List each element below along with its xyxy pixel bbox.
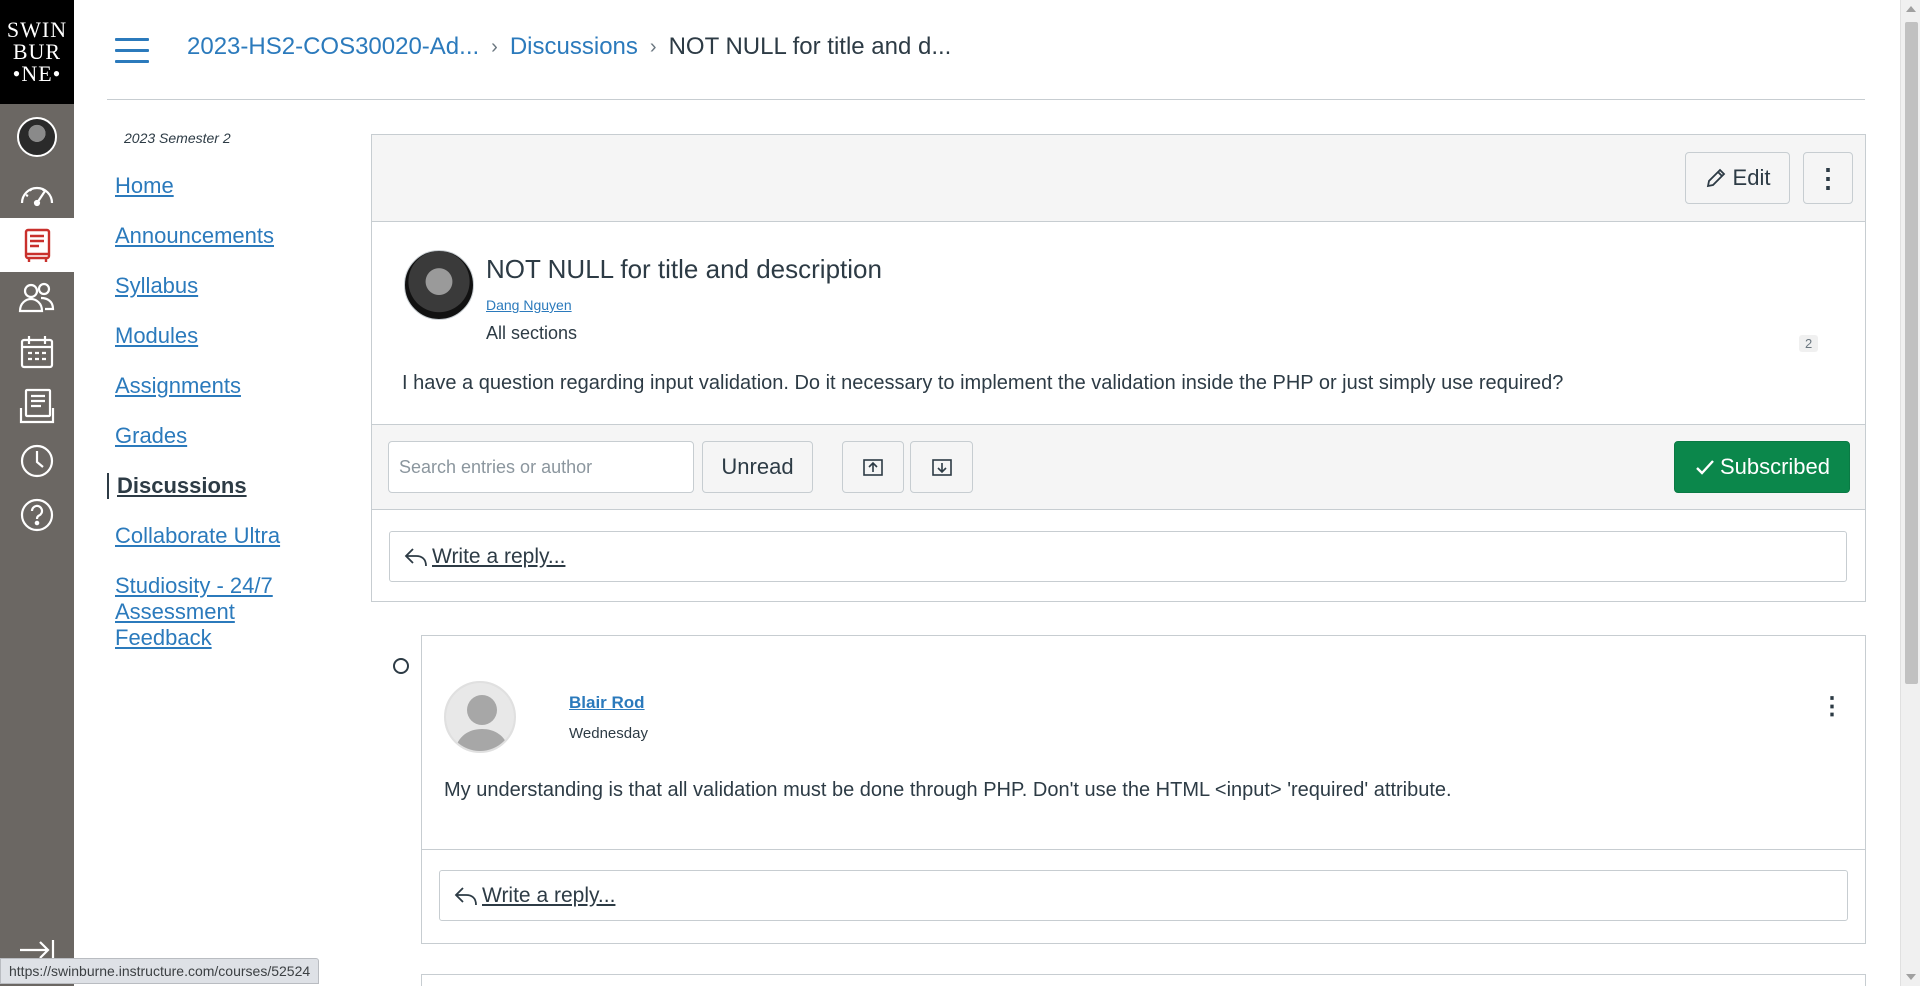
entry-options-button[interactable]: ⋮ <box>1817 686 1847 726</box>
topic-author-link[interactable]: Dang Nguyen <box>486 297 572 313</box>
discussion-topic: Edit ⋮ NOT NULL for title and descriptio… <box>371 134 1866 602</box>
history-clock-icon <box>20 444 54 478</box>
course-nav-home[interactable]: Home <box>115 173 347 199</box>
help-question-icon <box>20 498 54 532</box>
entry-author-link[interactable]: Blair Rod <box>569 693 645 713</box>
course-menu-toggle-button[interactable] <box>115 38 149 64</box>
history-nav-item[interactable] <box>0 434 74 488</box>
scroll-up-arrow-icon[interactable] <box>1906 6 1916 12</box>
help-nav-item[interactable] <box>0 488 74 542</box>
course-nav-announcements[interactable]: Announcements <box>115 223 347 249</box>
topic-toolbar: Edit ⋮ <box>372 135 1865 222</box>
courses-nav-item[interactable] <box>0 218 74 272</box>
page-scrollbar[interactable] <box>1900 0 1920 986</box>
scrollbar-thumb[interactable] <box>1905 22 1918 684</box>
topic-write-reply-label: Write a reply... <box>432 544 566 568</box>
canvas-app: SWIN BUR •NE• 2023-HS2-COS30020-Ad... › … <box>0 0 1920 986</box>
edit-button[interactable]: Edit <box>1685 152 1790 204</box>
entry-unread-indicator[interactable] <box>393 658 409 674</box>
topic-write-reply-button[interactable]: Write a reply... <box>389 531 1847 582</box>
pencil-icon <box>1706 168 1725 188</box>
dashboard-gauge-icon <box>20 186 54 207</box>
groups-nav-item[interactable] <box>0 270 74 324</box>
scroll-down-arrow-icon[interactable] <box>1906 974 1916 980</box>
courses-book-icon <box>24 228 51 262</box>
breadcrumb-separator-icon: › <box>649 35 657 58</box>
next-discussion-entry <box>421 974 1866 986</box>
page-header: 2023-HS2-COS30020-Ad... › Discussions › … <box>107 0 1865 100</box>
reply-arrow-icon <box>454 886 477 905</box>
logo-line-3: •NE• <box>12 61 62 86</box>
course-nav-grades[interactable]: Grades <box>115 423 347 449</box>
logo-line-2: BUR <box>12 39 62 64</box>
collapse-threads-button[interactable] <box>910 441 973 493</box>
subscribed-label: Subscribed <box>1719 454 1831 479</box>
course-nav-studiosity[interactable]: Studiosity - 24/7 Assessment Feedback <box>115 573 315 651</box>
swinburne-logo[interactable]: SWIN BUR •NE• <box>0 0 74 104</box>
entry-write-reply-label: Write a reply... <box>482 883 616 907</box>
entry-message: My understanding is that all validation … <box>444 779 1452 801</box>
course-nav-collaborate-ultra[interactable]: Collaborate Ultra <box>115 523 347 549</box>
breadcrumb-discussions-link[interactable]: Discussions <box>510 33 638 61</box>
course-term: 2023 Semester 2 <box>124 130 231 146</box>
checkmark-icon <box>1696 460 1714 475</box>
topic-header: NOT NULL for title and description Dang … <box>372 222 1865 424</box>
kebab-menu-icon: ⋮ <box>1820 692 1844 720</box>
logo-line-1: SWIN <box>6 17 68 42</box>
inbox-icon <box>19 388 55 424</box>
topic-options-button[interactable]: ⋮ <box>1803 152 1853 204</box>
arrow-up-box-icon <box>863 459 883 476</box>
subscribed-button[interactable]: Subscribed <box>1674 441 1850 493</box>
account-avatar-icon <box>17 117 57 157</box>
breadcrumb: 2023-HS2-COS30020-Ad... › Discussions › … <box>187 33 951 61</box>
unread-filter-button[interactable]: Unread <box>702 441 813 493</box>
course-nav-syllabus[interactable]: Syllabus <box>115 273 347 299</box>
course-navigation: 2023 Semester 2 Home Announcements Sylla… <box>107 130 347 675</box>
entry-divider <box>422 849 1865 850</box>
account-nav-item[interactable] <box>0 110 74 164</box>
groups-people-icon <box>18 282 55 313</box>
dashboard-nav-item[interactable] <box>0 166 74 220</box>
course-nav-assignments[interactable]: Assignments <box>115 373 347 399</box>
breadcrumb-course-link[interactable]: 2023-HS2-COS30020-Ad... <box>187 33 479 61</box>
expand-threads-button[interactable] <box>842 441 904 493</box>
entry-date: Wednesday <box>569 725 648 742</box>
default-avatar-icon <box>446 683 514 751</box>
link-status-bar: https://swinburne.instructure.com/course… <box>0 958 320 984</box>
breadcrumb-current: NOT NULL for title and d... <box>668 33 952 60</box>
entry-write-reply-button[interactable]: Write a reply... <box>439 870 1848 921</box>
topic-author-avatar[interactable] <box>404 250 474 320</box>
discussion-controls: Unread Subscribed <box>372 424 1865 510</box>
topic-reply-area: Write a reply... <box>372 510 1865 603</box>
course-nav-modules[interactable]: Modules <box>115 323 347 349</box>
inbox-nav-item[interactable] <box>0 379 74 433</box>
topic-message: I have a question regarding input valida… <box>402 372 1564 394</box>
topic-title: NOT NULL for title and description <box>486 254 882 284</box>
calendar-nav-item[interactable] <box>0 325 74 379</box>
global-navigation: SWIN BUR •NE• <box>0 0 74 986</box>
topic-sections: All sections <box>486 323 578 343</box>
course-nav-discussions[interactable]: Discussions <box>107 473 347 499</box>
kebab-menu-icon: ⋮ <box>1815 162 1841 193</box>
calendar-icon <box>20 336 54 369</box>
edit-button-label: Edit <box>1732 165 1771 190</box>
reply-arrow-icon <box>404 547 427 566</box>
reply-count-badge: 2 <box>1799 335 1819 352</box>
arrow-down-box-icon <box>931 459 952 476</box>
discussion-entry: Blair Rod Wednesday ⋮ My understanding i… <box>421 635 1866 944</box>
entry-author-avatar[interactable] <box>444 681 516 753</box>
search-entries-input[interactable] <box>388 441 694 493</box>
breadcrumb-separator-icon: › <box>491 35 498 58</box>
